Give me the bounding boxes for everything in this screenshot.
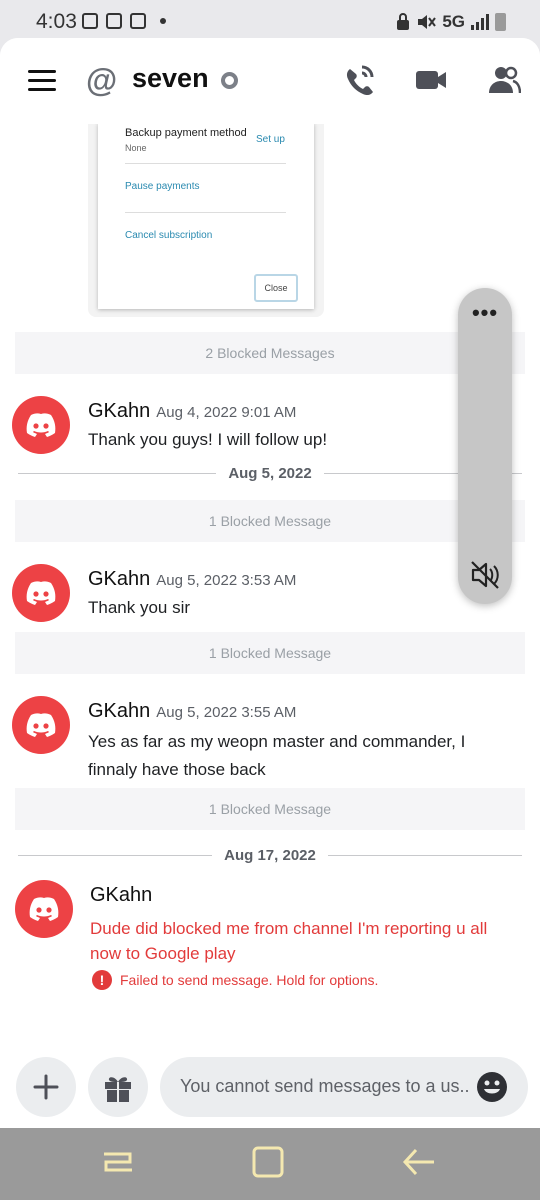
speaker-muted-icon[interactable]	[470, 560, 500, 590]
author-name[interactable]: GKahn	[90, 884, 152, 906]
failed-send-notice[interactable]: ! Failed to send message. Hold for optio…	[92, 970, 378, 990]
plus-icon	[33, 1074, 59, 1100]
message-content[interactable]: Thank you guys! I will follow up!	[88, 426, 498, 454]
error-icon: !	[92, 970, 112, 990]
backup-payment-value: None	[125, 143, 147, 153]
signal-icon	[471, 14, 489, 30]
failed-message-content[interactable]: Dude did blocked me from channel I'm rep…	[90, 916, 520, 966]
volume-panel[interactable]: •••	[458, 288, 512, 604]
channel-title[interactable]: seven	[132, 63, 209, 94]
backup-payment-label: Backup payment method	[125, 127, 247, 139]
author-name[interactable]: GKahn	[88, 700, 150, 722]
system-icons: 5G	[396, 12, 506, 32]
channel-header: @ seven	[0, 38, 540, 124]
notification-app-icon	[82, 13, 98, 29]
hamburger-icon[interactable]	[28, 70, 56, 92]
battery-icon	[495, 13, 506, 31]
date-divider-label: Aug 17, 2022	[212, 847, 328, 864]
pause-payments-link: Pause payments	[125, 181, 200, 192]
avatar[interactable]	[12, 564, 70, 622]
blocked-messages-bar[interactable]: 1 Blocked Message	[15, 632, 525, 674]
more-options-icon[interactable]: •••	[458, 300, 512, 326]
message-author[interactable]: GKahn Aug 4, 2022 9:01 AM	[88, 400, 296, 423]
message-author[interactable]: GKahn Aug 5, 2022 3:55 AM	[88, 700, 296, 723]
discord-logo-icon	[29, 897, 59, 921]
lock-icon	[397, 13, 410, 30]
message-content[interactable]: Yes as far as my weopn master and comman…	[88, 728, 498, 784]
video-camera-icon[interactable]	[414, 63, 448, 97]
date-divider-label: Aug 5, 2022	[216, 465, 324, 482]
gift-icon	[105, 1077, 131, 1102]
more-notifications-dot	[160, 18, 166, 24]
message-input-placeholder: You cannot send messages to a us...	[180, 1076, 470, 1096]
add-attachment-button[interactable]	[16, 1057, 76, 1117]
blocked-messages-bar[interactable]: 1 Blocked Message	[15, 788, 525, 830]
blocked-messages-bar[interactable]: 2 Blocked Messages	[15, 332, 525, 374]
cancel-subscription-link: Cancel subscription	[125, 230, 213, 241]
mute-status-icon	[418, 15, 437, 29]
status-indicator-icon	[221, 72, 238, 89]
author-name[interactable]: GKahn	[88, 400, 150, 422]
phone-call-icon[interactable]	[342, 63, 376, 97]
emoji-icon[interactable]	[476, 1071, 508, 1103]
gift-button[interactable]	[88, 1057, 148, 1117]
blocked-messages-bar[interactable]: 1 Blocked Message	[15, 500, 525, 542]
close-button: Close	[254, 274, 298, 302]
author-name[interactable]: GKahn	[88, 568, 150, 590]
gallery-icon	[106, 13, 122, 29]
message-content[interactable]: Thank you sir	[88, 594, 498, 622]
message-timestamp: Aug 5, 2022 3:55 AM	[156, 704, 297, 721]
message-input[interactable]: You cannot send messages to a us...	[160, 1057, 528, 1117]
system-nav-bar	[0, 1128, 540, 1200]
avatar[interactable]	[12, 696, 70, 754]
avatar[interactable]	[15, 880, 73, 938]
recent-apps-icon[interactable]	[100, 1144, 136, 1180]
message-author[interactable]: GKahn Aug 5, 2022 3:53 AM	[88, 568, 296, 591]
failed-send-text: Failed to send message. Hold for options…	[120, 972, 379, 988]
message-author[interactable]: GKahn	[90, 884, 152, 907]
discord-logo-icon	[26, 413, 56, 437]
image-attachment[interactable]: Backup payment method None Set up Pause …	[88, 123, 324, 317]
dm-channel-screen: @ seven Backup payment method None Set u…	[0, 38, 540, 1128]
home-icon[interactable]	[250, 1144, 286, 1180]
members-icon[interactable]	[487, 63, 521, 97]
message-timestamp: Aug 4, 2022 9:01 AM	[156, 404, 297, 421]
discord-logo-icon	[26, 581, 56, 605]
back-icon[interactable]	[400, 1144, 436, 1180]
avatar[interactable]	[12, 396, 70, 454]
attachment-card: Backup payment method None Set up Pause …	[98, 123, 314, 309]
message-timestamp: Aug 5, 2022 3:53 AM	[156, 572, 297, 589]
setup-link: Set up	[256, 134, 285, 145]
chat-notification-icon	[130, 13, 146, 29]
network-label: 5G	[442, 12, 465, 31]
at-icon: @	[86, 62, 118, 98]
divider	[125, 212, 286, 213]
divider	[125, 163, 286, 164]
notification-icons	[82, 13, 166, 29]
discord-logo-icon	[26, 713, 56, 737]
status-time: 4:03	[36, 10, 77, 33]
date-divider: Aug 17, 2022	[0, 847, 540, 864]
